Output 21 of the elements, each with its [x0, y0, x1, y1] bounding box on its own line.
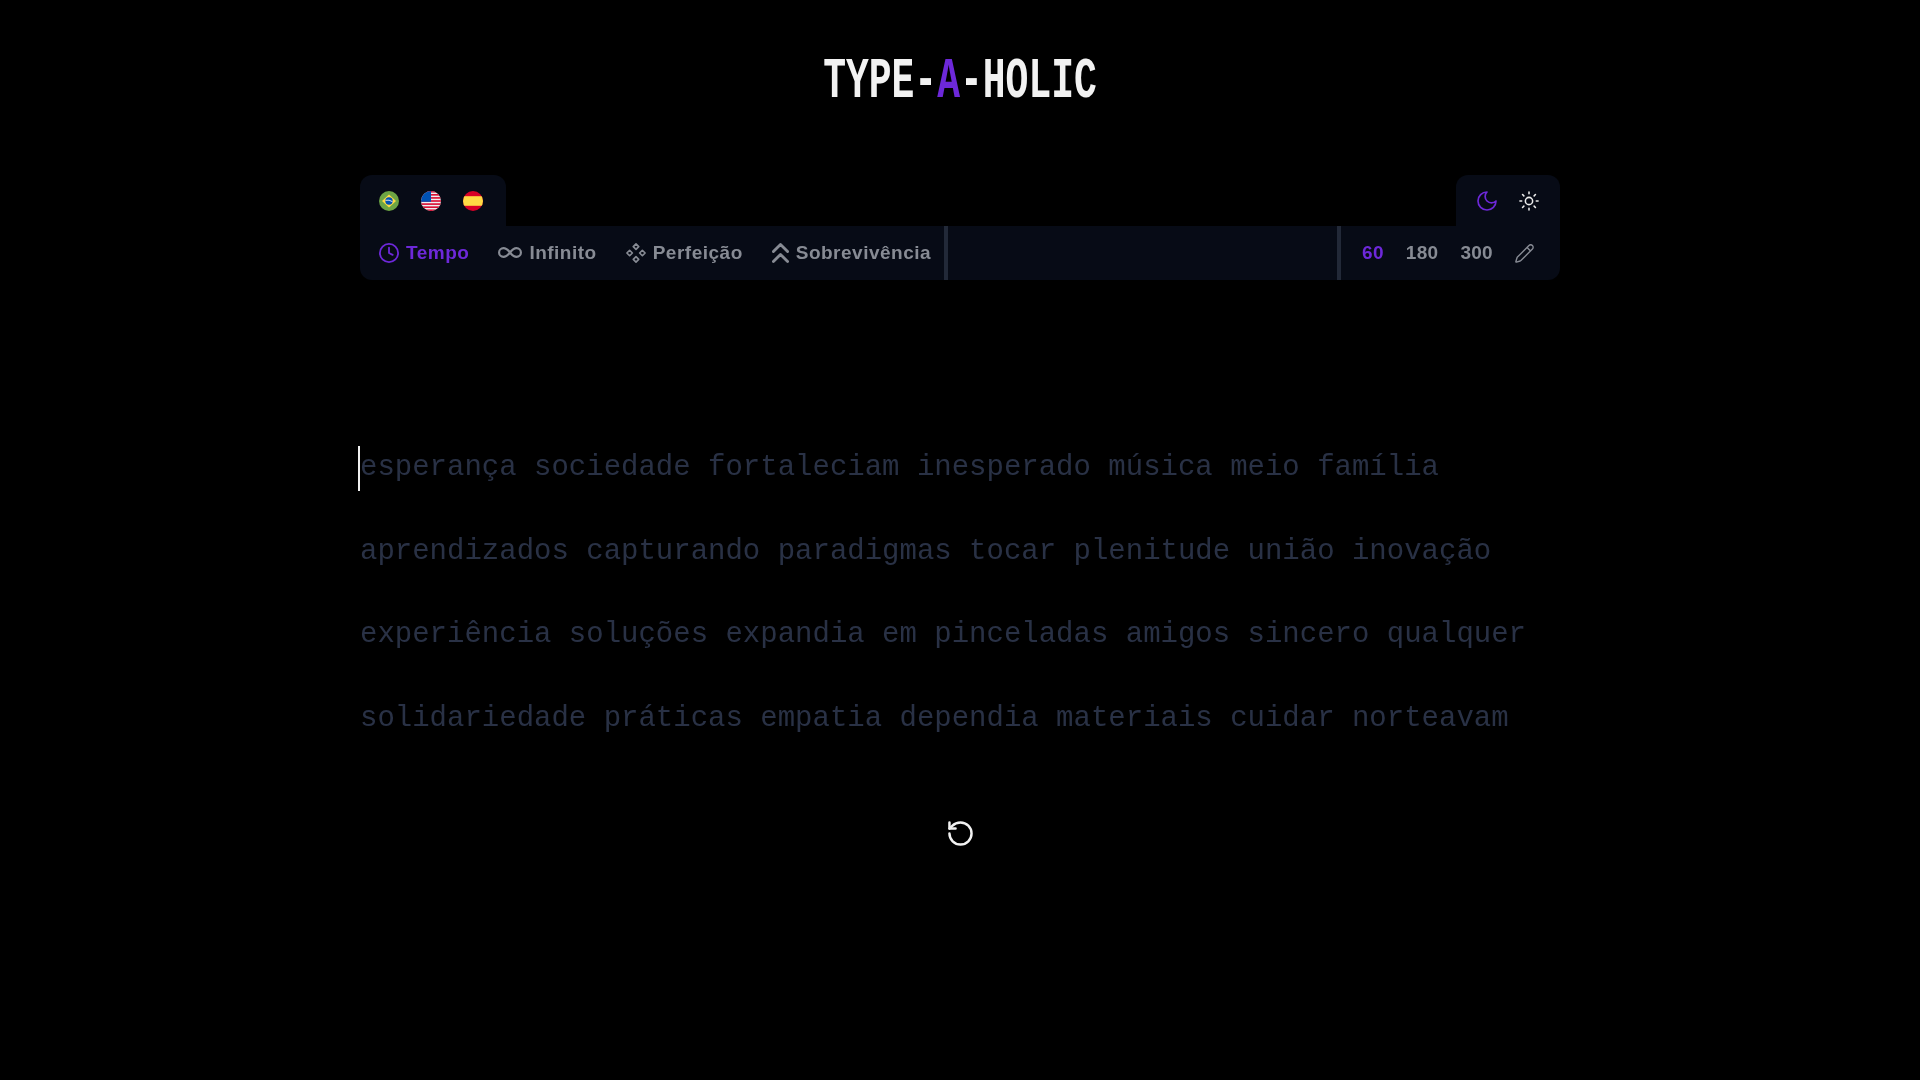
brazil-flag-icon[interactable]	[379, 190, 399, 211]
four-diamonds-icon	[625, 243, 646, 263]
infinity-icon	[498, 247, 523, 259]
pencil-icon[interactable]	[1515, 243, 1534, 263]
duration-option[interactable]: 180	[1405, 241, 1439, 265]
logo-text: TYPE-A-HOLIC	[823, 53, 1097, 111]
mode-tab[interactable]: Infinito	[498, 241, 597, 265]
duration-option[interactable]: 300	[1460, 241, 1493, 265]
double-chevron-up-icon	[771, 243, 789, 263]
us-flag-icon[interactable]	[421, 190, 441, 211]
mode-tab[interactable]: Perfeição	[625, 241, 743, 265]
moon-icon[interactable]	[1477, 190, 1497, 211]
reload-icon[interactable]	[946, 820, 974, 847]
typing-text-line: experiência soluções expandia em pinceladas amigos sincero qualquer	[360, 618, 1526, 654]
clock-icon	[379, 243, 399, 263]
sun-icon[interactable]	[1519, 190, 1539, 211]
typing-text-line: esperança sociedade fortaleciam inesperado música meio família	[360, 451, 1439, 487]
typing-text-line: solidariedade práticas empatia dependia materiais cuidar norteavam	[360, 701, 1509, 737]
spain-flag-icon[interactable]	[463, 190, 483, 211]
typing-text-line: aprendizados capturando paradigmas tocar plenitude união inovação	[360, 534, 1492, 570]
mode-tab[interactable]: Sobrevivência	[771, 241, 932, 265]
